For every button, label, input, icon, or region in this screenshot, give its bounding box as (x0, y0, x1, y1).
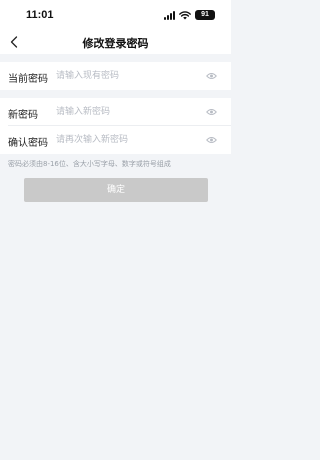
current-password-input[interactable] (56, 68, 194, 84)
status-time: 11:01 (26, 9, 54, 21)
signal-icon (164, 10, 175, 20)
eye-icon[interactable] (206, 107, 217, 117)
status-bar: 11:01 91 (0, 0, 231, 30)
nav-bar: 修改登录密码 (0, 30, 231, 54)
current-password-label: 当前密码 (8, 74, 48, 85)
eye-icon[interactable] (206, 71, 217, 81)
new-password-group: 新密码 确认密码 (0, 98, 231, 154)
current-password-group: 当前密码 (0, 62, 231, 90)
page-title: 修改登录密码 (82, 37, 149, 50)
status-icons: 91 (164, 9, 215, 21)
confirm-password-label: 确认密码 (8, 138, 48, 149)
eye-icon[interactable] (206, 135, 217, 145)
confirm-password-input[interactable] (56, 132, 194, 148)
new-password-input[interactable] (56, 104, 194, 120)
current-password-row: 当前密码 (0, 62, 231, 90)
confirm-password-row: 确认密码 (0, 126, 231, 154)
battery-icon: 91 (195, 10, 215, 20)
wifi-icon (179, 10, 191, 19)
new-password-row: 新密码 (0, 98, 231, 126)
new-password-label: 新密码 (8, 110, 38, 121)
confirm-button[interactable]: 确定 (24, 178, 208, 202)
password-hint: 密码必须由8-16位、含大小写字母、数字或符号组成 (8, 160, 171, 168)
